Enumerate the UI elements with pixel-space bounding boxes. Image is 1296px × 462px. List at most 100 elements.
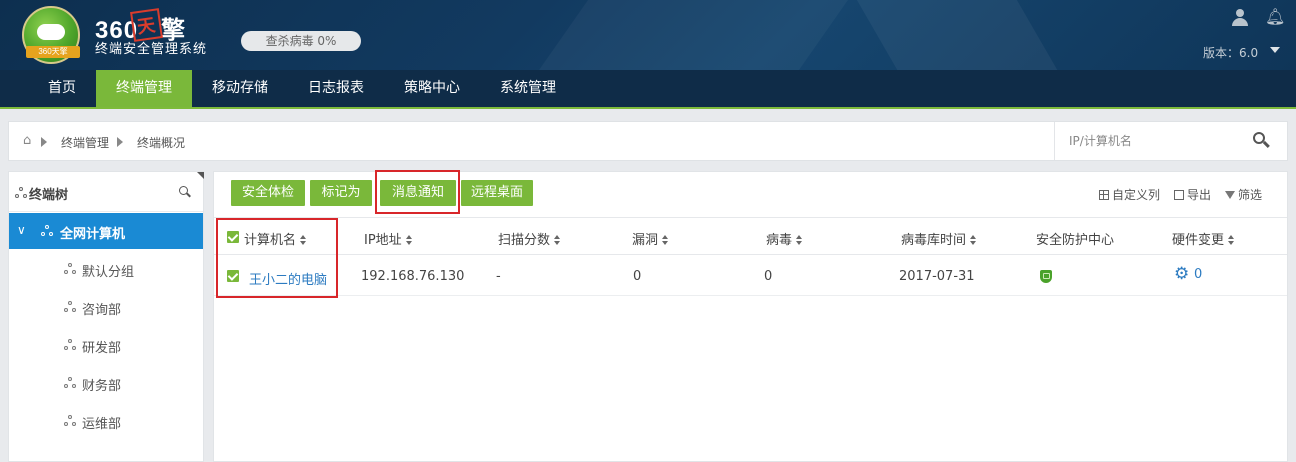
- message-notify-button[interactable]: 消息通知: [380, 180, 456, 206]
- chevron-right-icon: [117, 137, 123, 147]
- tree-icon: [64, 415, 76, 427]
- cloud-icon: [37, 24, 65, 40]
- column-label: 扫描分数: [498, 233, 551, 248]
- virus-scan-status[interactable]: 查杀病毒 0%: [241, 31, 361, 51]
- endpoint-list-panel: 安全体检 标记为 消息通知 远程桌面 自定义列 导出 筛选 计算机名 IP地址 …: [213, 170, 1288, 462]
- vulnerabilities-cell: 0: [633, 269, 642, 284]
- security-check-button[interactable]: 安全体检: [231, 180, 305, 206]
- tree-group-rnd[interactable]: 研发部: [9, 327, 203, 363]
- version-label: 版本：6.0: [1203, 46, 1259, 60]
- column-protection-center[interactable]: 安全防护中心: [1036, 229, 1114, 248]
- column-label: 漏洞: [632, 233, 659, 248]
- chevron-down-icon[interactable]: ∨: [17, 223, 26, 237]
- breadcrumb-current: 终端概况: [137, 136, 186, 150]
- filter-button[interactable]: 筛选: [1225, 186, 1262, 203]
- app-header: 360天擎 360天擎 终端安全管理系统 查杀病毒 0% 🔔︎ 版本：6.0: [0, 0, 1296, 70]
- sort-icon: [405, 235, 412, 245]
- nav-item-log-reports[interactable]: 日志报表: [288, 70, 384, 107]
- sort-icon: [796, 235, 803, 245]
- column-vulnerabilities[interactable]: 漏洞: [632, 229, 669, 248]
- custom-columns-button[interactable]: 自定义列: [1099, 186, 1160, 203]
- tree-icon: [64, 263, 76, 275]
- tree-group-ops[interactable]: 运维部: [9, 403, 203, 439]
- tree-root-label: 全网计算机: [60, 227, 126, 242]
- user-icon[interactable]: [1232, 9, 1248, 26]
- column-label: 计算机名: [244, 233, 297, 248]
- search-icon[interactable]: [1253, 132, 1271, 150]
- tree-group-label: 财务部: [82, 379, 122, 394]
- column-virus-db-time[interactable]: 病毒库时间: [901, 229, 977, 248]
- tree-group-default[interactable]: 默认分组: [9, 251, 203, 287]
- home-icon[interactable]: ⌂: [23, 134, 37, 147]
- grid-icon: [1099, 190, 1109, 200]
- row-checkbox[interactable]: [227, 270, 239, 282]
- sort-icon: [662, 235, 669, 245]
- column-scan-score[interactable]: 扫描分数: [498, 229, 561, 248]
- search-input[interactable]: [1055, 122, 1245, 160]
- column-label: 病毒: [766, 233, 793, 248]
- nav-item-home[interactable]: 首页: [28, 70, 96, 107]
- ip-address-cell: 192.168.76.130: [361, 269, 465, 284]
- virus-db-time-cell: 2017-07-31: [899, 269, 975, 284]
- sort-icon: [554, 235, 561, 245]
- tree-icon: [64, 301, 76, 313]
- sort-icon: [300, 235, 307, 245]
- tree-header: 终端树: [9, 172, 204, 212]
- remote-desktop-button[interactable]: 远程桌面: [461, 180, 533, 206]
- tree-group-label: 运维部: [82, 417, 122, 432]
- breadcrumb-item[interactable]: 终端管理: [61, 134, 109, 151]
- mark-as-button[interactable]: 标记为: [310, 180, 372, 206]
- brand-stamp: 天: [130, 8, 163, 42]
- header-decoration: [517, 0, 863, 70]
- tree-icon: [64, 377, 76, 389]
- column-label: IP地址: [364, 233, 402, 248]
- column-label: 硬件变更: [1172, 233, 1225, 248]
- tree-title: 终端树: [29, 188, 69, 203]
- tree-root-all-computers[interactable]: ∨ 全网计算机: [9, 213, 203, 249]
- hardware-changes-link[interactable]: 0: [1194, 267, 1202, 282]
- tree-group-finance[interactable]: 财务部: [9, 365, 203, 401]
- endpoint-tree-panel: 终端树 ∨ 全网计算机 默认分组 咨询部 研发部 财务部 运维部: [8, 171, 204, 462]
- product-logo: 360天擎: [22, 6, 80, 64]
- tree-group-label: 默认分组: [82, 265, 135, 280]
- main-nav: 首页 终端管理 移动存储 日志报表 策略中心 系统管理: [0, 70, 1296, 109]
- search-icon[interactable]: [179, 186, 192, 199]
- column-viruses[interactable]: 病毒: [766, 229, 803, 248]
- computer-name-link[interactable]: 王小二的电脑: [249, 269, 327, 288]
- nav-item-removable-storage[interactable]: 移动存储: [192, 70, 288, 107]
- custom-columns-label: 自定义列: [1112, 188, 1161, 202]
- viruses-cell: 0: [764, 269, 773, 284]
- column-label: 病毒库时间: [901, 233, 967, 248]
- nav-item-policy-center[interactable]: 策略中心: [384, 70, 480, 107]
- shield-icon: [1040, 270, 1052, 283]
- filter-icon: [1225, 191, 1235, 199]
- table-header: 计算机名 IP地址 扫描分数 漏洞 病毒 病毒库时间 安全防护中心 硬件变更: [214, 217, 1287, 255]
- corner-toggle-icon[interactable]: [197, 172, 204, 179]
- export-button[interactable]: 导出: [1174, 186, 1211, 203]
- tree-group-consulting[interactable]: 咨询部: [9, 289, 203, 325]
- export-label: 导出: [1187, 188, 1212, 202]
- nav-item-system-management[interactable]: 系统管理: [480, 70, 576, 107]
- chevron-down-icon[interactable]: [1270, 47, 1280, 53]
- tree-icon: [64, 339, 76, 351]
- tree-icon: [41, 225, 53, 237]
- gear-icon[interactable]: ⚙: [1174, 266, 1189, 283]
- column-ip-address[interactable]: IP地址: [364, 229, 412, 248]
- scan-score-cell: -: [496, 269, 501, 284]
- select-all-checkbox[interactable]: [227, 231, 239, 243]
- sort-icon: [1228, 235, 1235, 245]
- export-icon: [1174, 190, 1184, 200]
- breadcrumb: ⌂ 终端管理 终端概况: [8, 121, 1288, 161]
- nav-item-endpoint-management[interactable]: 终端管理: [96, 70, 192, 107]
- tree-group-label: 研发部: [82, 341, 122, 356]
- column-hardware-changes[interactable]: 硬件变更: [1172, 229, 1235, 248]
- table-row[interactable]: 王小二的电脑 192.168.76.130 - 0 0 2017-07-31 ⚙…: [214, 256, 1287, 296]
- tree-group-label: 咨询部: [82, 303, 122, 318]
- bell-icon[interactable]: 🔔︎: [1265, 8, 1285, 26]
- column-computer-name[interactable]: 计算机名: [244, 229, 307, 248]
- sort-icon: [970, 235, 977, 245]
- tree-icon: [15, 187, 27, 199]
- header-decoration: [845, 0, 1075, 70]
- brand-subtitle: 终端安全管理系统: [95, 42, 208, 57]
- search-box: [1054, 122, 1288, 160]
